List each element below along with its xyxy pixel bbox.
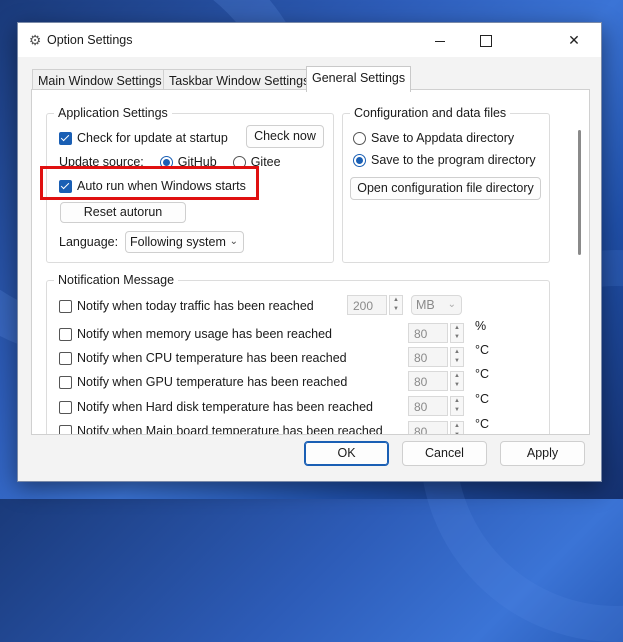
save-appdata-radio-row[interactable]: Save to Appdata directory (353, 131, 514, 145)
notify-hdd-temp-row[interactable]: Notify when Hard disk temperature has be… (59, 400, 373, 414)
cpu-temp-unit: °C (475, 343, 490, 357)
check-now-button[interactable]: Check now (246, 125, 324, 148)
hdd-temp-unit: °C (475, 392, 490, 406)
gear-icon: ⚙ (28, 32, 42, 48)
close-button[interactable]: ✕ (551, 23, 597, 57)
group-title: Configuration and data files (350, 106, 511, 120)
checkbox-box[interactable] (59, 131, 72, 145)
gpu-temp-unit: °C (475, 367, 490, 381)
language-select[interactable]: Following system ⌄ (125, 231, 244, 253)
gpu-temp-value-input[interactable]: 80 (408, 371, 448, 391)
notify-label: Notify when today traffic has been reach… (77, 299, 314, 313)
mainboard-temp-unit: °C (475, 417, 490, 431)
spin-up-icon[interactable]: ▲ (451, 324, 463, 333)
general-settings-panel: Application Settings Check for update at… (31, 89, 590, 435)
cpu-temp-spin-buttons[interactable]: ▲ ▼ (450, 347, 464, 367)
program-dir-label: Save to the program directory (371, 153, 536, 167)
spin-down-icon[interactable]: ▼ (451, 333, 463, 342)
spin-down-icon[interactable]: ▼ (451, 381, 463, 390)
notify-memory-row[interactable]: Notify when memory usage has been reache… (59, 327, 332, 341)
notify-label: Notify when Hard disk temperature has be… (77, 400, 373, 414)
language-row: Language: (59, 235, 118, 249)
traffic-value-input[interactable]: 200 (347, 295, 387, 315)
checkbox-box[interactable] (59, 327, 72, 341)
reset-autorun-button[interactable]: Reset autorun (60, 202, 186, 223)
cancel-button[interactable]: Cancel (402, 441, 487, 466)
gpu-temp-spin-buttons[interactable]: ▲ ▼ (450, 371, 464, 391)
checkbox-box[interactable] (59, 375, 72, 389)
spin-up-icon[interactable]: ▲ (451, 422, 463, 431)
traffic-unit-select[interactable]: MB ⌄ (411, 295, 462, 315)
cpu-temp-value-input[interactable]: 80 (408, 347, 448, 367)
spin-up-icon[interactable]: ▲ (451, 372, 463, 381)
ok-button[interactable]: OK (304, 441, 389, 466)
program-dir-radio[interactable] (353, 153, 366, 167)
checkbox-box[interactable] (59, 299, 72, 313)
maximize-icon (480, 35, 492, 48)
minimize-icon (435, 40, 445, 42)
option-settings-window: ⚙ Option Settings ✕ Main Window Settings… (17, 22, 602, 482)
hdd-temp-spin-buttons[interactable]: ▲ ▼ (450, 396, 464, 416)
spin-down-icon[interactable]: ▼ (451, 357, 463, 366)
notify-traffic-row[interactable]: Notify when today traffic has been reach… (59, 299, 314, 313)
mainboard-temp-value-input[interactable]: 80 (408, 421, 448, 434)
spin-down-icon[interactable]: ▼ (451, 431, 463, 434)
traffic-unit-value: MB (416, 298, 435, 312)
open-config-dir-button[interactable]: Open configuration file directory (350, 177, 541, 200)
notify-label: Notify when memory usage has been reache… (77, 327, 333, 341)
appdata-label: Save to Appdata directory (371, 131, 515, 145)
close-icon: ✕ (568, 32, 580, 48)
language-value: Following system (130, 235, 226, 249)
notify-label: Notify when GPU temperature has been rea… (77, 375, 348, 389)
memory-spin-buttons[interactable]: ▲ ▼ (450, 323, 464, 343)
check-update-label: Check for update at startup (77, 131, 228, 145)
window-title: Option Settings (47, 33, 133, 47)
minimize-button[interactable] (417, 23, 463, 57)
highlight-box (40, 166, 259, 200)
checkbox-box[interactable] (59, 424, 72, 434)
notify-gpu-temp-row[interactable]: Notify when GPU temperature has been rea… (59, 375, 347, 389)
group-title: Application Settings (54, 106, 172, 120)
chevron-down-icon: ⌄ (229, 236, 238, 247)
appdata-radio[interactable] (353, 131, 366, 145)
title-bar: ⚙ Option Settings ✕ (18, 23, 601, 57)
tab-general-settings[interactable]: General Settings (306, 66, 412, 92)
language-label: Language: (59, 235, 119, 249)
memory-unit: % (475, 319, 487, 333)
traffic-spin-buttons[interactable]: ▲ ▼ (389, 295, 403, 315)
apply-button[interactable]: Apply (500, 441, 585, 466)
spin-down-icon[interactable]: ▼ (390, 305, 402, 314)
spin-down-icon[interactable]: ▼ (451, 406, 463, 415)
spin-up-icon[interactable]: ▲ (451, 348, 463, 357)
notify-label: Notify when CPU temperature has been rea… (77, 351, 347, 365)
notify-mainboard-temp-row[interactable]: Notify when Main board temperature has b… (59, 424, 383, 435)
hdd-temp-value-input[interactable]: 80 (408, 396, 448, 416)
maximize-button[interactable] (463, 23, 509, 57)
spin-up-icon[interactable]: ▲ (451, 397, 463, 406)
vertical-scrollbar[interactable] (578, 130, 581, 255)
save-program-dir-radio-row[interactable]: Save to the program directory (353, 153, 536, 167)
group-title: Notification Message (54, 273, 179, 287)
check-update-checkbox[interactable]: Check for update at startup (59, 131, 228, 145)
notify-label: Notify when Main board temperature has b… (77, 424, 383, 435)
mainboard-temp-spin-buttons[interactable]: ▲ ▼ (450, 421, 464, 434)
spin-up-icon[interactable]: ▲ (390, 296, 402, 305)
checkbox-box[interactable] (59, 400, 72, 414)
checkbox-box[interactable] (59, 351, 72, 365)
chevron-down-icon: ⌄ (447, 299, 456, 310)
memory-value-input[interactable]: 80 (408, 323, 448, 343)
notify-cpu-temp-row[interactable]: Notify when CPU temperature has been rea… (59, 351, 347, 365)
